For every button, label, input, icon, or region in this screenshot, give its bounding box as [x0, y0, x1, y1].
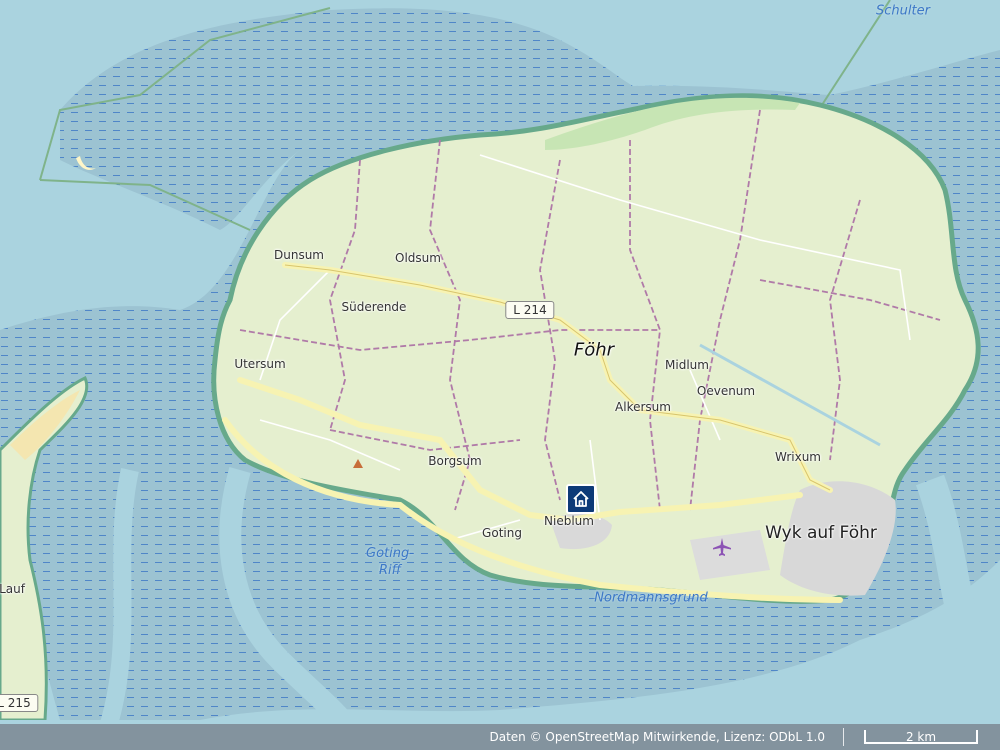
map-footer: Daten © OpenStreetMap Mitwirkende, Lizen… [0, 724, 1000, 750]
place-suderende: Süderende [341, 300, 407, 314]
water-label-goting-riff: Goting- Riff [366, 545, 414, 579]
place-oevenum: Oevenum [696, 384, 756, 398]
water-label-nordmannsgrund: Nordmannsgrund [594, 590, 708, 606]
home-icon [573, 491, 589, 507]
water-label-goting-riff-line1: Goting- [366, 546, 414, 561]
footer-separator [843, 728, 844, 746]
place-wrixum: Wrixum [775, 450, 821, 464]
road-shield-l214: L 214 [505, 301, 555, 319]
place-goting: Goting [482, 526, 522, 540]
home-marker[interactable] [566, 484, 596, 514]
place-oldsum: Oldsum [395, 251, 441, 265]
place-amrum-partial: Lauf [0, 582, 25, 596]
road-shield-l215: L 215 [0, 694, 39, 712]
island-label-fohr: Föhr [573, 339, 615, 361]
attribution-text: Daten © OpenStreetMap Mitwirkende, Lizen… [489, 730, 825, 744]
map-canvas[interactable] [0, 0, 1000, 750]
airplane-icon [713, 538, 731, 556]
place-dunsum: Dunsum [274, 248, 324, 262]
water-label-schulter: Schulter [876, 3, 930, 19]
place-utersum: Utersum [234, 357, 286, 371]
scale-bar: 2 km [864, 730, 978, 744]
place-borgsum: Borgsum [428, 454, 482, 468]
place-nieblum: Nieblum [544, 514, 594, 528]
place-wyk-auf-fohr: Wyk auf Föhr [765, 523, 877, 543]
place-midlum: Midlum [665, 358, 709, 372]
water-label-goting-riff-line2: Riff [378, 563, 402, 578]
place-alkersum: Alkersum [615, 400, 671, 414]
